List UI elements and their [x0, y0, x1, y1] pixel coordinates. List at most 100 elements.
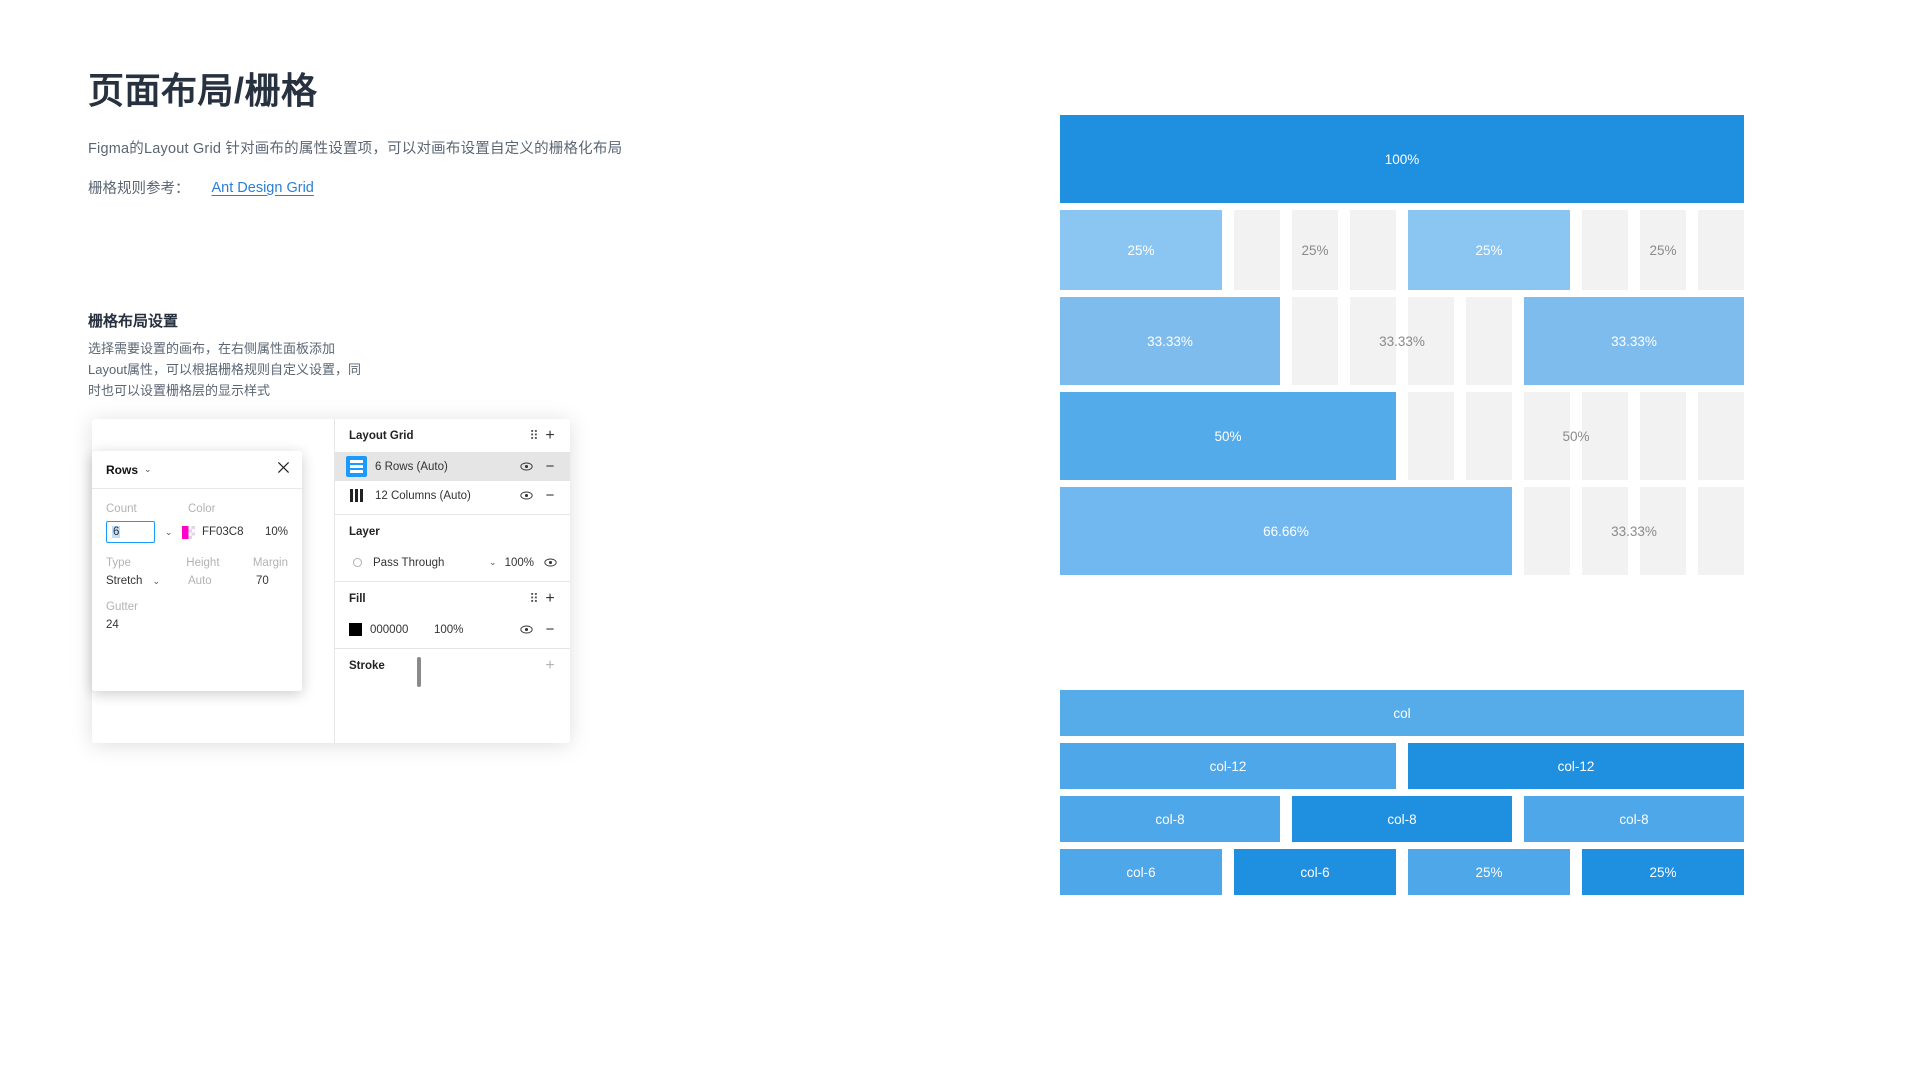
chevron-down-icon[interactable]: ⌄	[144, 464, 152, 475]
grid-block: 66.66%	[1060, 487, 1512, 575]
fill-color-hex[interactable]: 000000	[370, 624, 426, 636]
reference-label: 栅格规则参考：	[88, 181, 190, 197]
grid-block: 25%	[1582, 849, 1744, 895]
section-body: 选择需要设置的画布，在右侧属性面板添加Layout属性，可以根据栅格规则自定义设…	[88, 341, 362, 398]
grid-band: 33.33% 33.33% 33.33%	[1060, 297, 1744, 385]
grid-block: col-6	[1060, 849, 1222, 895]
section-title: 栅格布局设置	[88, 313, 179, 330]
type-select[interactable]: Stretch ⌄	[106, 575, 188, 587]
height-input[interactable]: Auto	[188, 575, 256, 587]
row-labels-2: Type Height Margin	[106, 557, 288, 569]
grid-color-hex[interactable]: FF03C8	[202, 526, 265, 538]
figma-panel-screenshot: Layout Grid ⠿ + 6 Rows (Auto) − 12 Colum…	[92, 419, 570, 743]
close-icon[interactable]	[277, 461, 290, 479]
grid-band: col-6 col-6 25% 25%	[1060, 849, 1744, 895]
ant-design-grid-link[interactable]: Ant Design Grid	[212, 180, 314, 196]
blend-mode-icon	[349, 555, 365, 571]
grid-block: 100%	[1060, 115, 1744, 203]
layer-blend-row[interactable]: Pass Through ⌄ 100%	[335, 548, 570, 577]
grid-block: 25%	[1301, 242, 1329, 258]
grid-blocks: 66.66% 33.33%	[1060, 487, 1744, 575]
grid-blocks: col-6 col-6 25% 25%	[1060, 849, 1744, 895]
grid-block: 25%	[1060, 210, 1222, 290]
grid-block: 50%	[1562, 428, 1590, 444]
grid-blocks: 25% 25% 25% 25%	[1060, 210, 1744, 290]
grid-blocks: 33.33% 33.33% 33.33%	[1060, 297, 1744, 385]
layout-grid-item-rows[interactable]: 6 Rows (Auto) −	[335, 452, 570, 481]
grid-color-swatch[interactable]	[181, 525, 195, 539]
remove-grid-button[interactable]: −	[542, 459, 558, 475]
grid-blocks: col	[1060, 690, 1744, 736]
grid-demo-col: col col-12 col-12 col-8 col-8 col-8 col-6 col-6…	[1060, 690, 1744, 902]
chevron-down-icon[interactable]: ⌄	[152, 576, 160, 586]
row-values-2: Stretch ⌄ Auto 70	[106, 575, 288, 587]
grid-block: col-8	[1524, 796, 1744, 842]
grid-color-opacity[interactable]: 10%	[265, 526, 288, 538]
chevron-down-icon[interactable]: ⌄	[489, 557, 497, 568]
grid-block: 33.33%	[1611, 523, 1657, 539]
grid-band: col-8 col-8 col-8	[1060, 796, 1744, 842]
grid-band: 66.66% 33.33%	[1060, 487, 1744, 575]
grid-block: 33.33%	[1524, 297, 1744, 385]
fill-opacity-value[interactable]: 100%	[434, 624, 510, 636]
count-field-wrap: 6 ⌄	[106, 521, 182, 543]
grid-band: col-12 col-12	[1060, 743, 1744, 789]
visibility-eye-icon[interactable]	[518, 488, 534, 504]
layout-grid-item-label: 12 Columns (Auto)	[375, 489, 471, 502]
properties-panel: Layout Grid ⠿ + 6 Rows (Auto) − 12 Colum…	[335, 419, 570, 743]
chevron-down-icon[interactable]: ⌄	[165, 527, 173, 538]
grid-band: 100%	[1060, 115, 1744, 203]
popover-header: Rows ⌄	[92, 451, 302, 489]
grid-demo-percent: 100% 25% 25% 25% 25% 33.33% 33.33% 33.33% 50% 50%…	[1060, 115, 1744, 582]
add-layout-grid-button[interactable]: +	[542, 427, 558, 444]
fill-row[interactable]: 000000 100% −	[335, 615, 570, 644]
margin-input[interactable]: 70	[256, 575, 269, 587]
grid-block: col-6	[1234, 849, 1396, 895]
row-labels-1: Count Color	[106, 503, 288, 515]
grid-block: 50%	[1060, 392, 1396, 480]
fill-styles-icon[interactable]: ⠿	[526, 591, 542, 607]
rows-settings-popover: Rows ⌄ Count Color 6 ⌄ FF03C8 10% Type H…	[92, 451, 302, 691]
columns-grid-icon[interactable]	[346, 485, 367, 506]
remove-fill-button[interactable]: −	[542, 622, 558, 638]
add-fill-button[interactable]: +	[542, 590, 558, 607]
layout-grid-title: Layout Grid	[349, 429, 414, 442]
blend-mode-value: Pass Through	[373, 556, 445, 569]
visibility-eye-icon[interactable]	[542, 555, 558, 571]
type-label: Type	[106, 557, 131, 569]
grid-block: col-8	[1292, 796, 1512, 842]
layout-grid-item-columns[interactable]: 12 Columns (Auto) −	[335, 481, 570, 510]
panel-scrollbar[interactable]	[417, 657, 421, 687]
margin-label: Margin	[252, 557, 288, 569]
grid-block: col-12	[1408, 743, 1744, 789]
gutter-label: Gutter	[106, 601, 138, 613]
add-stroke-button[interactable]: +	[542, 657, 558, 674]
fill-color-swatch[interactable]	[349, 623, 362, 636]
color-label: Color	[188, 503, 216, 515]
layout-grid-section-header: Layout Grid ⠿ +	[335, 419, 570, 452]
gutter-input[interactable]: 24	[106, 619, 188, 631]
page-title: 页面布局/栅格	[88, 70, 318, 111]
popover-title: Rows	[106, 462, 139, 477]
grid-band: 50% 50%	[1060, 392, 1744, 480]
grid-blocks: col-12 col-12	[1060, 743, 1744, 789]
layer-opacity-value[interactable]: 100%	[505, 557, 534, 569]
grid-blocks: 50% 50%	[1060, 392, 1744, 480]
grid-block: 25%	[1408, 849, 1570, 895]
grid-band: 25% 25% 25% 25%	[1060, 210, 1744, 290]
visibility-eye-icon[interactable]	[518, 459, 534, 475]
layer-section-header: Layer	[335, 515, 570, 548]
grid-band: col	[1060, 690, 1744, 736]
page-root: 页面布局/栅格 Figma的Layout Grid 针对画布的属性设置项，可以对…	[0, 0, 1920, 1080]
rows-grid-icon[interactable]	[346, 456, 367, 477]
grid-styles-icon[interactable]: ⠿	[526, 428, 542, 444]
count-input[interactable]: 6	[106, 521, 155, 543]
row-values-1: 6 ⌄ FF03C8 10%	[106, 521, 288, 543]
grid-block: col	[1060, 690, 1744, 736]
remove-grid-button[interactable]: −	[542, 488, 558, 504]
visibility-eye-icon[interactable]	[518, 622, 534, 638]
grid-block: 25%	[1408, 210, 1570, 290]
fill-section-header: Fill ⠿ +	[335, 582, 570, 615]
count-label: Count	[106, 503, 137, 515]
grid-blocks: 100%	[1060, 115, 1744, 203]
